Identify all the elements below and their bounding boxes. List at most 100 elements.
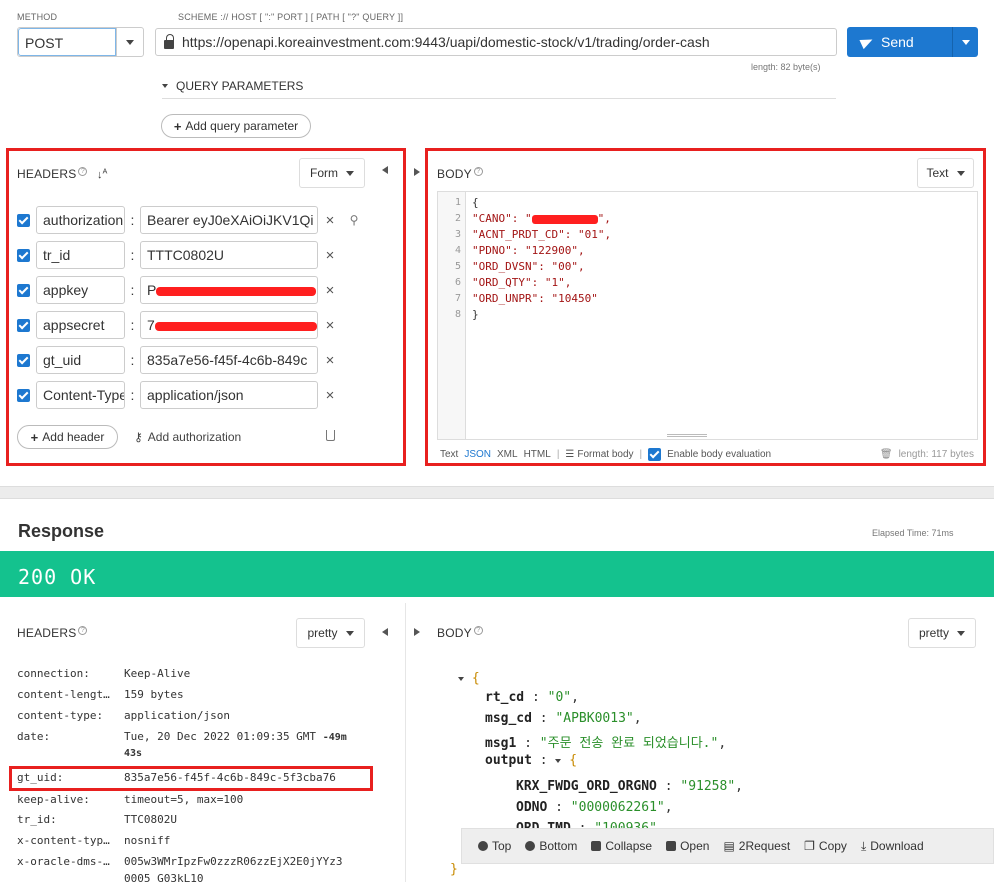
json-key: msg_cd: [485, 711, 532, 726]
request-body-title-text: BODY: [437, 167, 472, 181]
enable-eval-checkbox[interactable]: [648, 448, 662, 461]
format-html[interactable]: HTML: [524, 449, 551, 460]
format-json[interactable]: JSON: [464, 449, 491, 460]
header-name: content-type:: [17, 709, 104, 722]
download-button[interactable]: ⤓ Download: [861, 839, 924, 854]
expand-right-icon[interactable]: [414, 168, 420, 176]
json-key: rt_cd: [485, 690, 525, 705]
section-separator: [0, 486, 994, 499]
header-key-input[interactable]: gt_uid: [36, 346, 125, 374]
header-enabled-checkbox[interactable]: [17, 248, 30, 262]
plus-icon: +: [173, 118, 182, 134]
expand-right-icon[interactable]: [414, 628, 420, 636]
header-key-input[interactable]: appkey: [36, 276, 125, 304]
sort-icon[interactable]: ↓A: [97, 168, 108, 181]
method-value[interactable]: POST: [18, 28, 116, 56]
format-text[interactable]: Text: [440, 449, 458, 460]
line-gutter: 1 2 3 4 5 6 7 8: [438, 192, 466, 439]
remove-header-icon[interactable]: ×: [318, 212, 342, 229]
response-header-row: keep-alive: timeout=5, max=100: [17, 793, 243, 806]
response-headers-mode-dropdown[interactable]: pretty: [296, 618, 365, 648]
bottom-label: Bottom: [539, 839, 578, 853]
date-offset-cont: 43s: [124, 748, 143, 759]
json-root-toggle[interactable]: {: [458, 671, 480, 686]
download-icon: ⤓: [860, 838, 867, 853]
remove-header-icon[interactable]: ×: [318, 387, 342, 404]
trash-icon[interactable]: 🗑: [880, 449, 893, 460]
header-enabled-checkbox[interactable]: [17, 318, 30, 332]
header-enabled-checkbox[interactable]: [17, 353, 30, 367]
headers-mode-dropdown[interactable]: Form: [299, 158, 365, 188]
json-output[interactable]: output : {: [485, 753, 577, 768]
query-parameters-toggle[interactable]: QUERY PARAMETERS: [162, 73, 836, 99]
copy-button[interactable]: ❐ Copy: [804, 839, 847, 853]
send-button-group[interactable]: Send: [847, 27, 978, 57]
header-value-input[interactable]: 7: [140, 311, 318, 339]
header-value-text: 7: [147, 317, 155, 333]
response-header-row: x-content-typ… nosniff: [17, 834, 170, 847]
help-icon[interactable]: ?: [78, 626, 88, 635]
help-icon[interactable]: ?: [78, 167, 88, 176]
header-value-input[interactable]: 835a7e56-f45f-4c6b-849c: [140, 346, 318, 374]
header-enabled-checkbox[interactable]: [17, 283, 30, 297]
format-body-label: Format body: [577, 449, 634, 460]
brace: }: [450, 862, 458, 877]
line-number: 4: [454, 245, 461, 256]
collapse-button[interactable]: Collapse: [591, 839, 652, 853]
resize-handle[interactable]: [667, 434, 707, 437]
method-select[interactable]: POST: [17, 27, 144, 57]
magic-wand-icon[interactable]: ⚲: [342, 213, 366, 227]
header-value-input[interactable]: Bearer eyJ0eXAiOiJKV1Qi: [140, 206, 318, 234]
remove-header-icon[interactable]: ×: [318, 317, 342, 334]
method-dropdown-button[interactable]: [116, 28, 143, 56]
to-request-button[interactable]: ▤ 2Request: [723, 839, 790, 853]
json-key: output: [485, 753, 532, 768]
header-enabled-checkbox[interactable]: [17, 388, 30, 402]
header-value-input[interactable]: TTTC0802U: [140, 241, 318, 269]
header-row-appkey: appkey : P ×: [17, 276, 342, 304]
document-icon: ▤: [723, 839, 735, 853]
brace: {: [569, 753, 578, 768]
header-key-input[interactable]: appsecret: [36, 311, 125, 339]
header-key-input[interactable]: authorization: [36, 206, 125, 234]
body-editor[interactable]: 1 2 3 4 5 6 7 8 { "CANO": " ", "ACNT_PRDT…: [437, 191, 978, 440]
redaction-mark: [155, 322, 317, 331]
header-key-input[interactable]: Content-Type: [36, 381, 125, 409]
request-body-title: BODY?: [437, 167, 483, 181]
code-line: {: [472, 196, 479, 209]
remove-header-icon[interactable]: ×: [318, 247, 342, 264]
redaction-mark: [531, 214, 598, 224]
trash-icon[interactable]: [326, 430, 335, 441]
response-body-mode-dropdown[interactable]: pretty: [908, 618, 976, 648]
remove-header-icon[interactable]: ×: [318, 352, 342, 369]
bottom-button[interactable]: Bottom: [525, 839, 577, 853]
help-icon[interactable]: ?: [473, 167, 483, 176]
format-xml[interactable]: XML: [497, 449, 518, 460]
header-row-tr-id: tr_id : TTTC0802U ×: [17, 241, 342, 269]
header-value-input[interactable]: application/json: [140, 381, 318, 409]
url-input[interactable]: https://openapi.koreainvestment.com:9443…: [155, 28, 837, 56]
add-query-parameter-button[interactable]: + Add query parameter: [161, 114, 311, 138]
lock-icon: [164, 33, 174, 49]
add-authorization-button[interactable]: ⚷ Add authorization: [134, 430, 241, 444]
add-header-button[interactable]: + Add header: [17, 425, 118, 449]
download-label: Download: [870, 839, 924, 853]
help-icon[interactable]: ?: [473, 626, 483, 635]
collapse-left-icon[interactable]: [382, 166, 388, 174]
collapse-left-icon[interactable]: [382, 628, 388, 636]
header-enabled-checkbox[interactable]: [17, 213, 30, 227]
remove-header-icon[interactable]: ×: [318, 282, 342, 299]
header-name: x-oracle-dms-…: [17, 855, 110, 868]
header-value: 005w3WMrIpzFw0zzzR06zzEjX2E0jYYz3: [124, 855, 343, 868]
open-button[interactable]: Open: [666, 839, 709, 853]
send-button[interactable]: Send: [847, 27, 952, 57]
body-mode-dropdown[interactable]: Text: [917, 158, 974, 188]
top-button[interactable]: Top: [478, 839, 511, 853]
header-key-input[interactable]: tr_id: [36, 241, 125, 269]
line-number: 8: [454, 309, 461, 320]
format-body-button[interactable]: ☰ Format body: [565, 449, 633, 460]
header-value-input[interactable]: P: [140, 276, 318, 304]
send-options-button[interactable]: [952, 27, 978, 57]
chevron-down-icon: [957, 630, 965, 636]
response-header-row: date: Tue, 20 Dec 2022 01:09:35 GMT -49m: [17, 730, 347, 743]
